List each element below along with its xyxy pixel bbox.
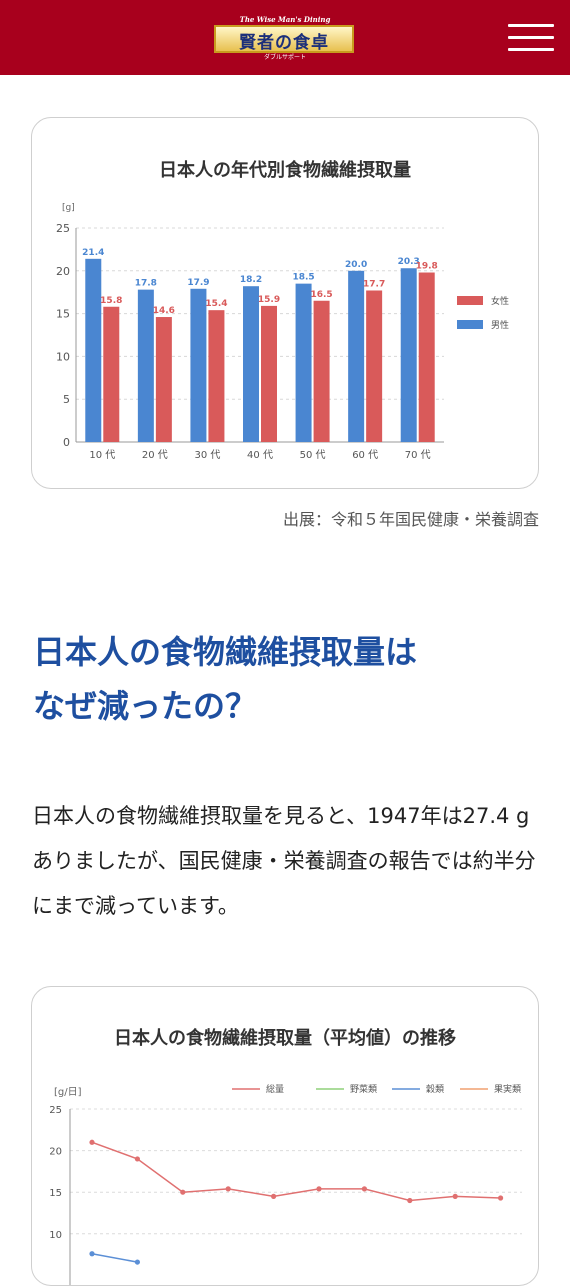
bar	[208, 310, 225, 442]
data-point	[134, 1156, 140, 1162]
bar	[261, 305, 277, 442]
chart-source: 出展：令和５年国民健康・栄養調査	[282, 510, 539, 529]
y-tick-label: 10	[49, 1230, 62, 1241]
bar	[418, 272, 435, 442]
x-tick-label: 60 代	[352, 449, 378, 461]
logo-subtitle: ダブルサポート	[263, 54, 306, 61]
data-label: 17.8	[135, 279, 157, 289]
data-label: 19.8	[416, 262, 438, 272]
y-tick-label: 15	[56, 308, 70, 321]
series-line	[91, 1253, 138, 1263]
x-tick-label: 40 代	[247, 449, 273, 461]
legend-label: 男性	[491, 319, 509, 331]
y-axis-label: [g]	[62, 203, 75, 213]
data-label: 15.8	[100, 296, 122, 306]
data-point	[89, 1251, 95, 1257]
legend-swatch	[457, 296, 483, 305]
x-tick-label: 50 代	[300, 449, 326, 461]
heading-line-1: 日本人の食物繊維摂取量は	[33, 633, 418, 671]
data-point	[180, 1189, 186, 1195]
data-label: 20.0	[345, 260, 367, 270]
bar	[348, 270, 365, 442]
legend-label: 野菜類	[350, 1083, 377, 1095]
data-label: 16.5	[310, 290, 332, 300]
bar	[295, 283, 312, 442]
data-label: 14.6	[153, 306, 175, 316]
data-point	[271, 1193, 277, 1199]
legend-swatch	[457, 320, 483, 329]
y-tick-label: 25	[49, 1105, 62, 1116]
bar	[366, 290, 383, 442]
y-tick-label: 10	[56, 350, 70, 363]
logo-title: 賢者の食卓	[239, 33, 329, 53]
data-label: 17.9	[187, 278, 209, 288]
legend-label: 総量	[266, 1083, 284, 1095]
x-tick-label: 70 代	[405, 449, 431, 461]
data-label: 15.4	[205, 299, 227, 309]
bar	[190, 288, 207, 442]
legend-label: 果実類	[494, 1083, 521, 1095]
data-point	[89, 1139, 95, 1145]
data-point	[361, 1186, 367, 1192]
x-tick-label: 10 代	[89, 449, 115, 461]
logo-plate: 賢者の食卓	[214, 25, 354, 53]
bar	[155, 317, 172, 442]
data-label: 15.9	[258, 295, 280, 305]
x-tick-label: 30 代	[194, 449, 220, 461]
y-tick-label: 0	[63, 436, 70, 449]
y-tick-label: 25	[56, 222, 70, 235]
legend-label: 女性	[491, 295, 509, 307]
data-point	[225, 1186, 231, 1192]
chart-card-age: 日本人の年代別食物繊維摂取量 [g] 0 5 10 15 20 25 10 代 21.4 15.8…	[31, 117, 539, 489]
bar	[243, 286, 259, 442]
y-axis-label: [g/日]	[54, 1087, 82, 1098]
bar-chart: [g] 0 5 10 15 20 25 10 代 21.4 15.8 20 代 17.8 14.6 30 …	[56, 203, 509, 461]
site-logo[interactable]: The Wise Man's Dining 賢者の食卓 ダブルサポート	[210, 15, 360, 61]
body-paragraph: 日本人の食物繊維摂取量を見ると、1947年は27.4 gありましたが、国民健康・…	[32, 804, 536, 918]
data-point	[407, 1197, 413, 1204]
y-tick-label: 20	[49, 1147, 62, 1158]
y-tick-label: 20	[56, 265, 70, 278]
site-header: The Wise Man's Dining 賢者の食卓 ダブルサポート	[0, 0, 570, 75]
data-label: 21.4	[82, 248, 104, 258]
bar	[103, 306, 120, 442]
data-label: 18.5	[292, 273, 314, 283]
bar	[85, 258, 102, 442]
data-point	[452, 1193, 458, 1199]
bar	[313, 300, 330, 442]
logo-tagline: The Wise Man's Dining	[239, 15, 331, 24]
series-line	[91, 1141, 501, 1202]
data-point	[498, 1195, 504, 1201]
y-tick-label: 15	[49, 1188, 62, 1199]
line-chart: [g/日] 10 15 20 25 総量 野菜類 穀類 果実類	[49, 1083, 522, 1285]
data-label: 18.2	[240, 275, 262, 285]
data-point	[134, 1259, 140, 1265]
bar	[137, 289, 154, 442]
section-heading: 日本人の食物繊維摂取量は なぜ減ったの？	[33, 625, 533, 733]
hamburger-menu-icon[interactable]	[508, 24, 554, 52]
data-point	[316, 1186, 322, 1192]
heading-line-2: なぜ減ったの？	[33, 687, 258, 725]
data-label: 17.7	[363, 279, 385, 289]
chart-card-trend: 日本人の食物繊維摂取量（平均値）の推移 [g/日] 10 15 20 25 総量 野菜類 穀類…	[31, 986, 539, 1286]
bar	[400, 268, 417, 442]
x-tick-label: 20 代	[142, 449, 168, 461]
y-tick-label: 5	[63, 393, 70, 406]
legend-label: 穀類	[426, 1083, 444, 1095]
